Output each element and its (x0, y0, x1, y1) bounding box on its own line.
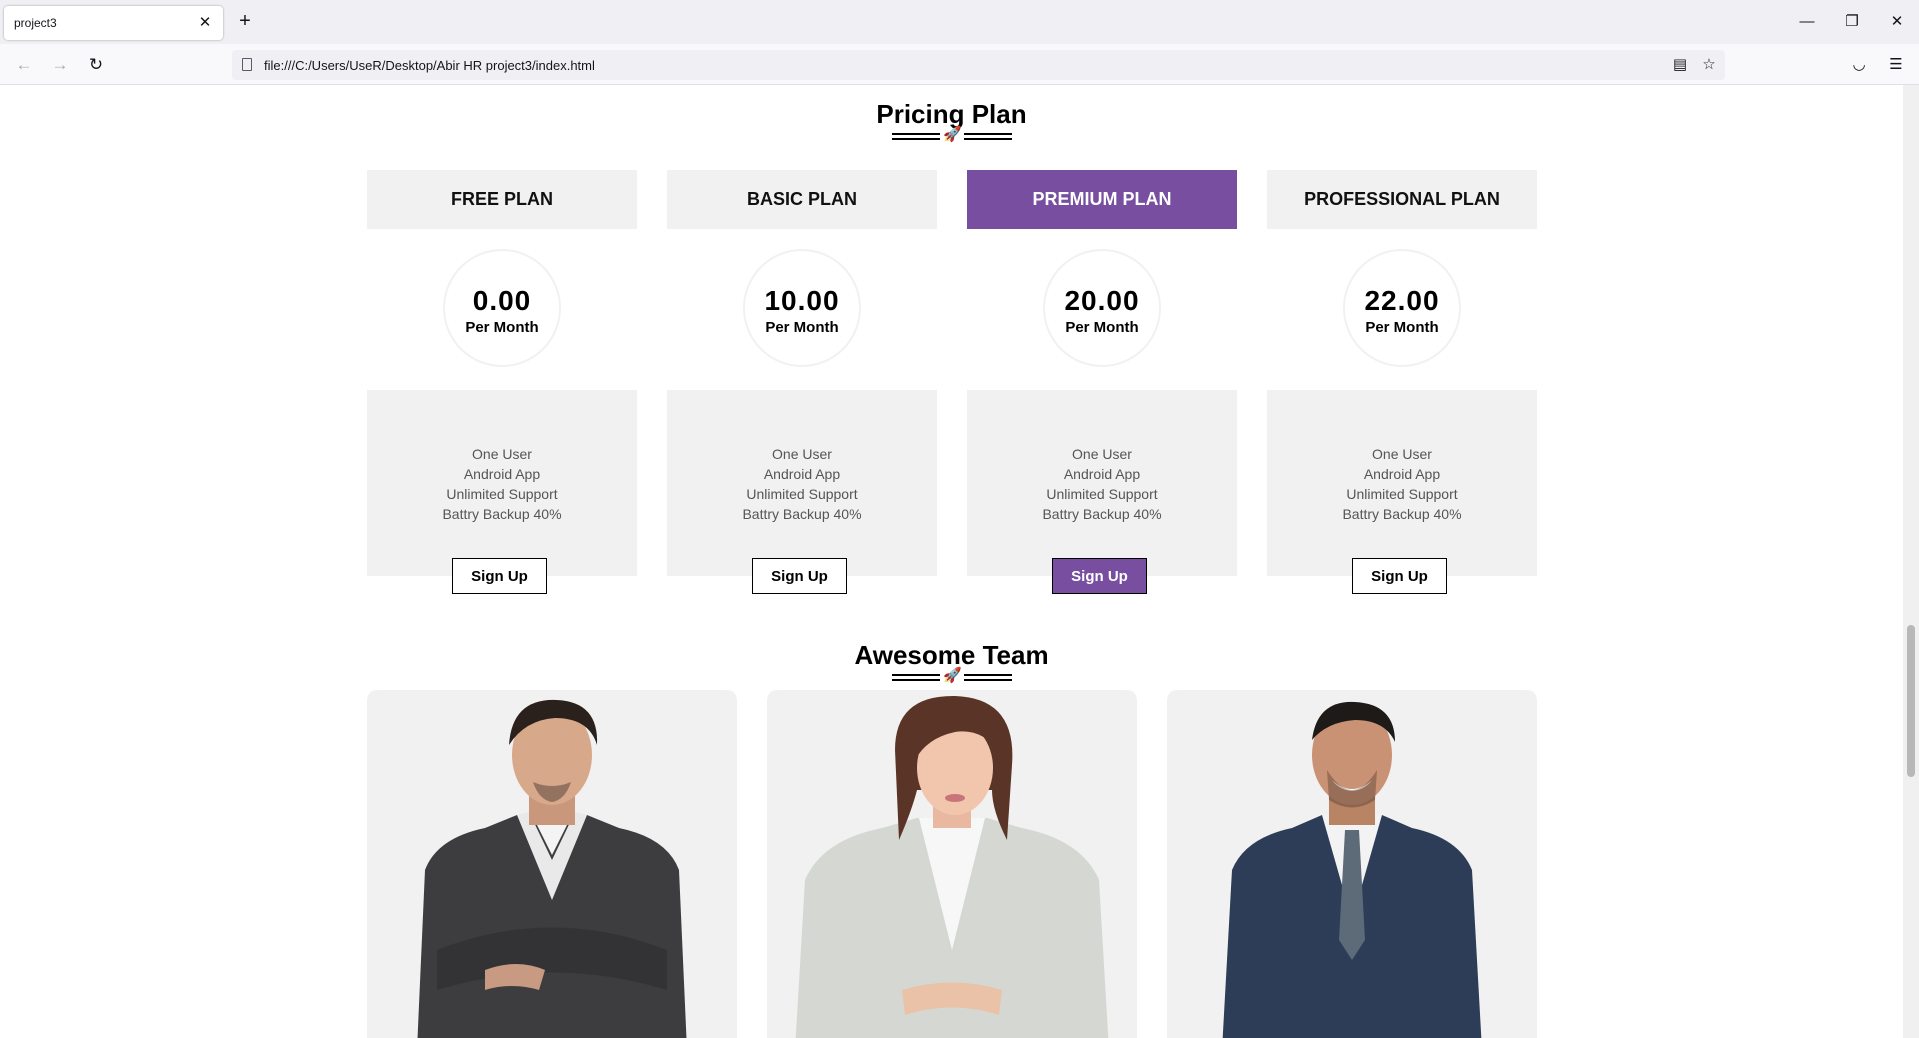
feature-item: One User (1372, 446, 1432, 462)
rocket-icon: 🚀 (943, 667, 962, 684)
sign-up-button[interactable]: Sign Up (1052, 558, 1147, 594)
close-window-icon[interactable]: ✕ (1882, 7, 1912, 37)
bookmark-star-icon[interactable]: ☆ (1699, 55, 1719, 75)
feature-item: One User (1072, 446, 1132, 462)
page-icon (242, 58, 252, 71)
price-amount: 20.00 (1064, 285, 1140, 316)
tab-title: project3 (14, 16, 57, 30)
feature-item: Unlimited Support (746, 486, 858, 502)
restore-window-icon[interactable]: ❐ (1837, 7, 1867, 37)
pocket-icon[interactable]: ◡ (1848, 54, 1870, 76)
reader-view-icon[interactable]: ▤ (1670, 55, 1690, 75)
feature-item: Unlimited Support (1046, 486, 1158, 502)
price-amount: 22.00 (1364, 285, 1440, 316)
plan-header: BASIC PLAN (667, 170, 937, 229)
url-text[interactable]: file:///C:/Users/UseR/Desktop/Abir HR pr… (264, 58, 595, 73)
feature-list: One User Android App Unlimited Support Batt… (967, 444, 1237, 524)
title-divider: 🚀 (892, 667, 1012, 684)
price-circle: 0.00 Per Month (443, 249, 561, 367)
feature-item: Android App (1063, 466, 1141, 482)
feature-item: Battry Backup 40% (442, 506, 562, 522)
price-period: Per Month (1065, 319, 1139, 336)
feature-item: One User (772, 446, 832, 462)
page-scrollbar[interactable] (1903, 85, 1919, 1038)
new-tab-icon[interactable]: + (233, 9, 257, 33)
plan-features-panel: One User Android App Unlimited Support Batt… (1267, 390, 1537, 576)
plan-features-panel: One User Android App Unlimited Support Batt… (667, 390, 937, 576)
feature-item: Battry Backup 40% (742, 506, 862, 522)
browser-tab-bar: project3 ✕ + — ❐ ✕ (0, 0, 1919, 44)
plan-header: PROFESSIONAL PLAN (1267, 170, 1537, 229)
page-viewport: Pricing Plan 🚀 FREE PLAN 0.00 Per Month One… (0, 85, 1903, 1038)
team-member-card (1167, 690, 1537, 1038)
address-bar[interactable]: file:///C:/Users/UseR/Desktop/Abir HR pr… (232, 50, 1725, 80)
title-divider: 🚀 (892, 126, 1012, 143)
browser-nav-bar: ← → ↻ file:///C:/Users/UseR/Desktop/Abir… (0, 44, 1919, 85)
feature-item: Unlimited Support (446, 486, 558, 502)
price-circle: 10.00 Per Month (743, 249, 861, 367)
plan-features-panel: One User Android App Unlimited Support Batt… (967, 390, 1237, 576)
scrollbar-thumb[interactable] (1907, 625, 1915, 777)
price-amount: 10.00 (764, 285, 840, 316)
feature-item: Android App (1363, 466, 1441, 482)
plan-header: PREMIUM PLAN (967, 170, 1237, 229)
plan-features-panel: One User Android App Unlimited Support Batt… (367, 390, 637, 576)
team-member-photo (795, 695, 1109, 1038)
menu-icon[interactable]: ☰ (1885, 54, 1907, 76)
feature-list: One User Android App Unlimited Support Batt… (367, 444, 637, 524)
feature-item: Android App (463, 466, 541, 482)
back-arrow-icon[interactable]: ← (11, 52, 37, 78)
feature-item: Android App (763, 466, 841, 482)
plan-header: FREE PLAN (367, 170, 637, 229)
feature-list: One User Android App Unlimited Support Batt… (1267, 444, 1537, 524)
price-circle: 22.00 Per Month (1343, 249, 1461, 367)
sign-up-button[interactable]: Sign Up (752, 558, 847, 594)
feature-item: One User (472, 446, 532, 462)
reload-icon[interactable]: ↻ (83, 52, 109, 78)
rocket-icon: 🚀 (943, 126, 962, 143)
team-member-photo (1222, 701, 1482, 1038)
forward-arrow-icon[interactable]: → (47, 52, 73, 78)
feature-item: Battry Backup 40% (1342, 506, 1462, 522)
feature-item: Battry Backup 40% (1042, 506, 1162, 522)
price-circle: 20.00 Per Month (1043, 249, 1161, 367)
sign-up-button[interactable]: Sign Up (452, 558, 547, 594)
team-member-photo (417, 699, 687, 1038)
price-period: Per Month (765, 319, 839, 336)
price-amount: 0.00 (472, 285, 532, 316)
price-period: Per Month (1365, 319, 1439, 336)
team-member-card (367, 690, 737, 1038)
price-period: Per Month (465, 319, 539, 336)
minimize-icon[interactable]: — (1792, 7, 1822, 37)
close-tab-icon[interactable]: ✕ (195, 13, 215, 33)
feature-item: Unlimited Support (1346, 486, 1458, 502)
team-member-card (767, 690, 1137, 1038)
feature-list: One User Android App Unlimited Support Batt… (667, 444, 937, 524)
browser-tab[interactable]: project3 ✕ (4, 6, 223, 40)
sign-up-button[interactable]: Sign Up (1352, 558, 1447, 594)
